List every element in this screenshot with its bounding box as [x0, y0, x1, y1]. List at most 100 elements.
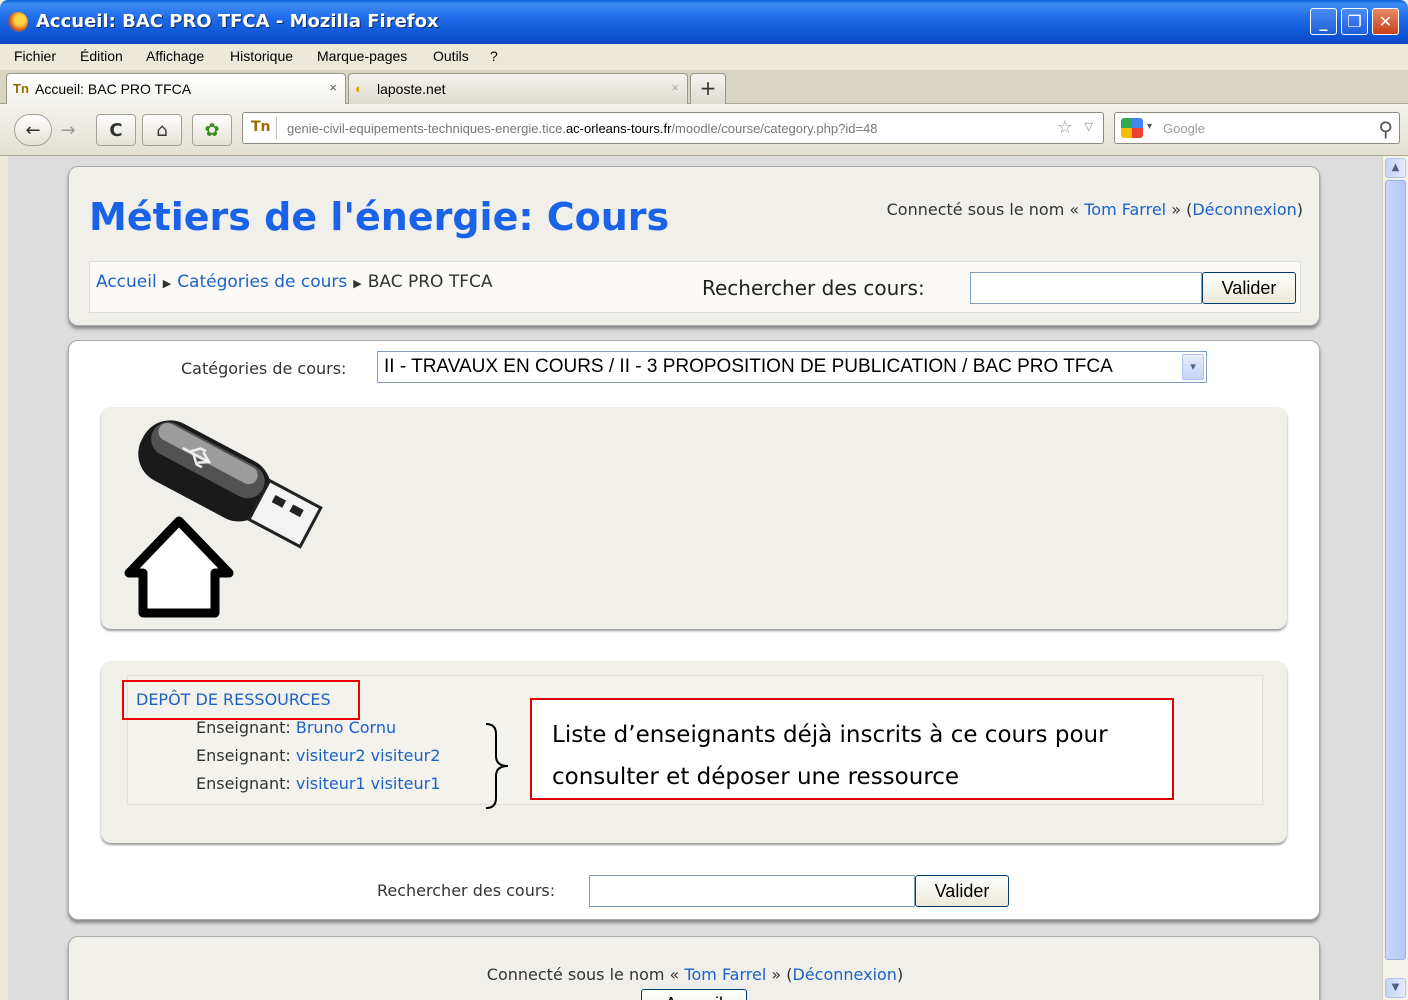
tab-accueil[interactable]: Tn Accueil: BAC PRO TFCA ×	[6, 73, 346, 104]
menu-historique[interactable]: Historique	[230, 48, 293, 64]
breadcrumb-categories[interactable]: Catégories de cours	[177, 272, 347, 292]
breadcrumb-accueil[interactable]: Accueil	[96, 272, 157, 292]
scroll-down-icon[interactable]: ▼	[1385, 978, 1406, 998]
site-title: Métiers de l'énergie: Cours	[89, 195, 670, 239]
laposte-favicon-icon: ◐	[355, 81, 363, 96]
login-suffix: )	[1296, 200, 1303, 219]
page-viewport: Métiers de l'énergie: Cours Connecté sou…	[8, 156, 1382, 1000]
teacher-name-link[interactable]: visiteur2 visiteur2	[296, 746, 441, 765]
tab-label: Accueil: BAC PRO TFCA	[35, 81, 192, 97]
breadcrumb-separator-icon: ▶	[353, 277, 362, 290]
tab-close-icon[interactable]: ×	[671, 80, 679, 95]
window-titlebar[interactable]: Accueil: BAC PRO TFCA - Mozilla Firefox …	[0, 0, 1408, 46]
new-tab-button[interactable]: +	[690, 73, 726, 104]
teacher-role: Enseignant:	[196, 718, 296, 737]
footer-user-name-link[interactable]: Tom Farrel	[684, 965, 766, 984]
url-bar[interactable]: Tn genie-civil-equipements-techniques-en…	[242, 112, 1104, 144]
usb-upload-icon	[124, 420, 323, 618]
search-placeholder: Google	[1163, 121, 1205, 136]
teacher-row: Enseignant: visiteur1 visiteur1	[196, 774, 440, 793]
menu-affichage[interactable]: Affichage	[146, 48, 204, 64]
callout-text: Liste d’enseignants déjà inscrits à ce c…	[552, 714, 1108, 798]
maximize-button[interactable]: ❐	[1341, 8, 1368, 35]
url-path: /moodle/course/category.php?id=48	[671, 121, 878, 136]
login-prefix: Connecté sous le nom «	[886, 200, 1085, 219]
addon-button[interactable]: ✿	[192, 114, 232, 146]
menu-bar: Fichier Édition Affichage Historique Mar…	[0, 44, 1408, 70]
callout-line: consulter et déposer une ressource	[552, 764, 960, 790]
teacher-role: Enseignant:	[196, 746, 296, 765]
breadcrumb: Accueil ▶ Catégories de cours ▶ BAC PRO TFCA	[96, 272, 493, 292]
close-window-button[interactable]: ✕	[1372, 8, 1399, 35]
menu-edition[interactable]: Édition	[80, 48, 123, 64]
menu-fichier[interactable]: Fichier	[14, 48, 56, 64]
category-select[interactable]: II - TRAVAUX EN COURS / II - 3 PROPOSITI…	[377, 351, 1207, 383]
home-button[interactable]: ⌂	[142, 114, 182, 146]
bottom-search-input[interactable]	[589, 875, 915, 907]
user-name-link[interactable]: Tom Farrel	[1084, 200, 1166, 219]
forward-button[interactable]: →	[54, 114, 82, 146]
url-domain: ac-orleans-tours.fr	[565, 121, 672, 136]
engine-dropdown-icon[interactable]: ▾	[1147, 121, 1152, 132]
breadcrumb-current: BAC PRO TFCA	[367, 272, 493, 292]
category-selected-value: II - TRAVAUX EN COURS / II - 3 PROPOSITI…	[384, 356, 1113, 377]
brace-icon	[485, 723, 509, 809]
tab-label: laposte.net	[377, 81, 446, 97]
course-list-box: DEPÔT DE RESSOURCES Enseignant: Bruno Co…	[101, 661, 1287, 843]
google-engine-icon[interactable]	[1121, 118, 1143, 138]
magnifier-icon[interactable]: ⚲	[1378, 117, 1393, 141]
firefox-icon	[8, 12, 28, 32]
url-separator	[276, 117, 277, 139]
course-search-input[interactable]	[970, 272, 1202, 304]
menu-marque-pages[interactable]: Marque-pages	[317, 48, 407, 64]
menu-outils[interactable]: Outils	[433, 48, 469, 64]
site-favicon-icon: Tn	[251, 119, 271, 135]
teacher-row: Enseignant: visiteur2 visiteur2	[196, 746, 440, 765]
tab-close-icon[interactable]: ×	[329, 80, 337, 95]
chevron-down-icon[interactable]: ▾	[1182, 354, 1204, 380]
scroll-up-icon[interactable]: ▲	[1385, 158, 1406, 178]
login-mid: » (	[766, 965, 793, 984]
breadcrumb-bar: Accueil ▶ Catégories de cours ▶ BAC PRO TFCA…	[89, 261, 1301, 313]
category-label: Catégories de cours:	[181, 359, 347, 378]
breadcrumb-separator-icon: ▶	[162, 277, 172, 290]
course-title-link[interactable]: DEPÔT DE RESSOURCES	[136, 690, 331, 709]
category-description	[101, 407, 1287, 629]
tab-laposte[interactable]: ◐ laposte.net ×	[348, 73, 688, 104]
search-bar[interactable]: ▾ Google ⚲	[1114, 112, 1400, 144]
login-mid: » (	[1166, 200, 1193, 219]
footer-login-info: Connecté sous le nom « Tom Farrel » (Déc…	[69, 965, 1321, 984]
course-item: DEPÔT DE RESSOURCES Enseignant: Bruno Co…	[122, 675, 1263, 809]
bottom-search-label: Rechercher des cours:	[377, 881, 556, 900]
history-dropdown-icon[interactable]: ▽	[1085, 120, 1093, 133]
menu-help[interactable]: ?	[490, 48, 498, 64]
callout-line: Liste d’enseignants déjà inscrits à ce c…	[552, 722, 1108, 748]
annotation-callout: Liste d’enseignants déjà inscrits à ce c…	[530, 698, 1174, 800]
course-search-button[interactable]: Valider	[1202, 272, 1296, 304]
reload-button[interactable]: C	[96, 114, 136, 146]
page-footer: Connecté sous le nom « Tom Farrel » (Déc…	[68, 936, 1320, 1000]
footer-home-button[interactable]: Accueil	[641, 989, 747, 1000]
teacher-row: Enseignant: Bruno Cornu	[196, 718, 396, 737]
moodle-favicon-icon: Tn	[13, 81, 29, 96]
vertical-scrollbar[interactable]: ▲ ▼	[1382, 156, 1408, 1000]
scroll-thumb[interactable]	[1385, 180, 1406, 960]
footer-logout-link[interactable]: Déconnexion	[793, 965, 897, 984]
window-title: Accueil: BAC PRO TFCA - Mozilla Firefox	[36, 11, 439, 32]
bottom-search-button[interactable]: Valider	[915, 875, 1009, 907]
login-prefix: Connecté sous le nom «	[486, 965, 685, 984]
back-button[interactable]: ←	[14, 114, 52, 146]
url-prefix: genie-civil-equipements-techniques-energ…	[287, 121, 566, 136]
minimize-button[interactable]: _	[1310, 8, 1337, 35]
teacher-name-link[interactable]: visiteur1 visiteur1	[296, 774, 441, 793]
url-text[interactable]: genie-civil-equipements-techniques-energ…	[287, 121, 878, 136]
login-suffix: )	[896, 965, 904, 984]
page-header: Métiers de l'énergie: Cours Connecté sou…	[68, 166, 1320, 326]
bookmark-star-icon[interactable]: ☆	[1057, 117, 1073, 138]
tab-bar: Tn Accueil: BAC PRO TFCA × ◐ laposte.net…	[0, 70, 1408, 104]
teacher-name-link[interactable]: Bruno Cornu	[296, 718, 396, 737]
main-content: Catégories de cours: II - TRAVAUX EN COU…	[68, 340, 1320, 920]
logout-link[interactable]: Déconnexion	[1192, 200, 1296, 219]
login-info: Connecté sous le nom « Tom Farrel » (Déc…	[887, 200, 1303, 219]
teacher-role: Enseignant:	[196, 774, 296, 793]
